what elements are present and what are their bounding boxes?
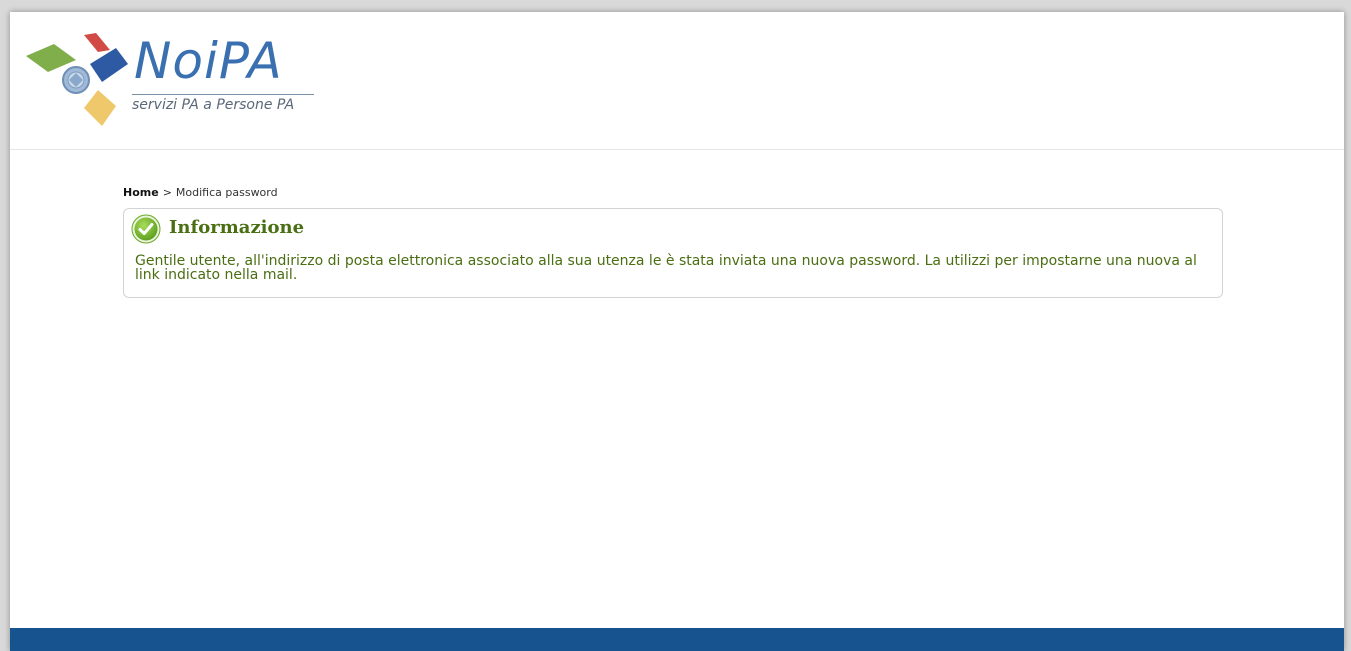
noipa-logo[interactable]: NoiPA servizi PA a Persone PA	[24, 30, 324, 130]
breadcrumb-separator: >	[162, 186, 172, 199]
logo-tagline: servizi PA a Persone PA	[132, 97, 295, 113]
logo-divider	[132, 94, 314, 95]
site-header: NoiPA servizi PA a Persone PA	[10, 12, 1344, 150]
browser-frame: NoiPA servizi PA a Persone PA Home > Modif…	[0, 0, 1351, 651]
info-message-title: Informazione	[169, 217, 305, 238]
site-footer	[10, 628, 1344, 651]
breadcrumb: Home > Modifica password	[123, 186, 278, 199]
info-message-box: Informazione Gentile utente, all'indiriz…	[123, 208, 1223, 298]
logo-wordmark: NoiPA	[134, 32, 283, 90]
page: NoiPA servizi PA a Persone PA Home > Modif…	[10, 12, 1344, 651]
info-message-text: Gentile utente, all'indirizzo di posta e…	[135, 253, 1197, 283]
breadcrumb-current: Modifica password	[175, 186, 278, 199]
breadcrumb-home-link[interactable]: Home	[123, 186, 159, 199]
check-circle-icon	[131, 214, 161, 244]
noipa-emblem-icon	[26, 33, 128, 126]
